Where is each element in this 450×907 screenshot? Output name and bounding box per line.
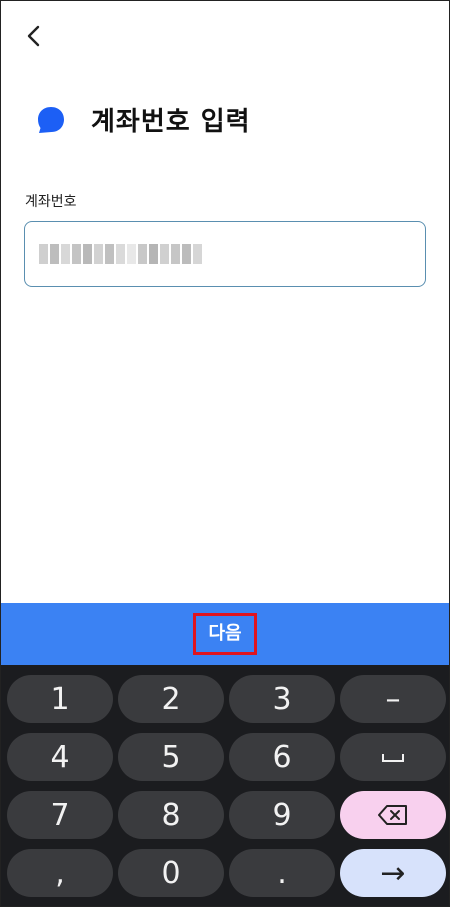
title-row: 계좌번호 입력 xyxy=(35,101,251,138)
page-title: 계좌번호 입력 xyxy=(91,107,251,137)
backspace-icon xyxy=(378,805,407,825)
chevron-left-icon xyxy=(27,25,40,47)
key-4[interactable]: 4 xyxy=(7,733,113,781)
key-dot[interactable]: . xyxy=(229,849,335,897)
key-9[interactable]: 9 xyxy=(229,791,335,839)
key-dash[interactable]: – xyxy=(340,675,446,723)
speech-bubble-logo-icon xyxy=(38,106,64,133)
key-7[interactable]: 7 xyxy=(7,791,113,839)
key-space[interactable] xyxy=(340,733,446,781)
key-2[interactable]: 2 xyxy=(118,675,224,723)
numeric-keyboard: 1 2 3 – 4 5 6 7 8 9 , 0 . → xyxy=(1,665,449,906)
screen-frame: 계좌번호 입력 계좌번호 다음 1 2 3 – 4 5 6 7 8 9 , 0 … xyxy=(0,0,450,907)
space-icon xyxy=(382,754,404,762)
masked-account-value xyxy=(39,244,202,264)
key-0[interactable]: 0 xyxy=(118,849,224,897)
key-1[interactable]: 1 xyxy=(7,675,113,723)
key-go-arrow[interactable]: → xyxy=(340,849,446,897)
next-bar[interactable]: 다음 xyxy=(1,603,449,665)
key-6[interactable]: 6 xyxy=(229,733,335,781)
account-number-label: 계좌번호 xyxy=(25,194,77,210)
key-comma[interactable]: , xyxy=(7,849,113,897)
back-button[interactable] xyxy=(19,21,49,51)
key-5[interactable]: 5 xyxy=(118,733,224,781)
key-backspace[interactable] xyxy=(340,791,446,839)
key-8[interactable]: 8 xyxy=(118,791,224,839)
next-button[interactable]: 다음 xyxy=(193,613,257,655)
account-number-input[interactable] xyxy=(24,221,426,287)
key-3[interactable]: 3 xyxy=(229,675,335,723)
